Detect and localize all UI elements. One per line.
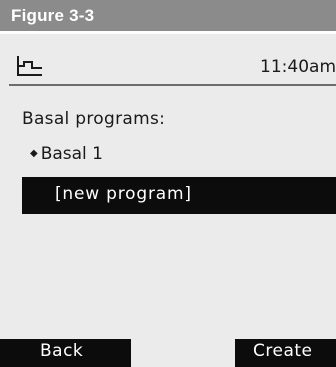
header-divider (9, 84, 336, 86)
create-softkey[interactable]: Create (235, 339, 336, 367)
active-program-bullet-icon: ◆ (30, 148, 38, 159)
clock-time: 11:40am (260, 57, 336, 77)
device-screen: 11:40am Basal programs: ◆ Basal 1 [new pr… (0, 40, 336, 367)
figure-label: Figure 3-3 (11, 6, 95, 25)
create-softkey-label: Create (253, 341, 313, 361)
figure-header: Figure 3-3 (0, 0, 336, 34)
section-title: Basal programs: (22, 109, 166, 129)
program-item-basal-1[interactable]: ◆ Basal 1 (30, 144, 103, 164)
basal-rate-icon (17, 56, 42, 76)
new-program-option[interactable]: [new program] (22, 177, 336, 214)
figure-frame: Figure 3-3 11:40am Basal programs: ◆ Basa… (0, 0, 336, 367)
back-softkey-label: Back (40, 341, 84, 361)
back-softkey[interactable]: Back (0, 339, 131, 367)
program-item-label: Basal 1 (40, 144, 104, 164)
new-program-label: [new program] (55, 184, 192, 204)
